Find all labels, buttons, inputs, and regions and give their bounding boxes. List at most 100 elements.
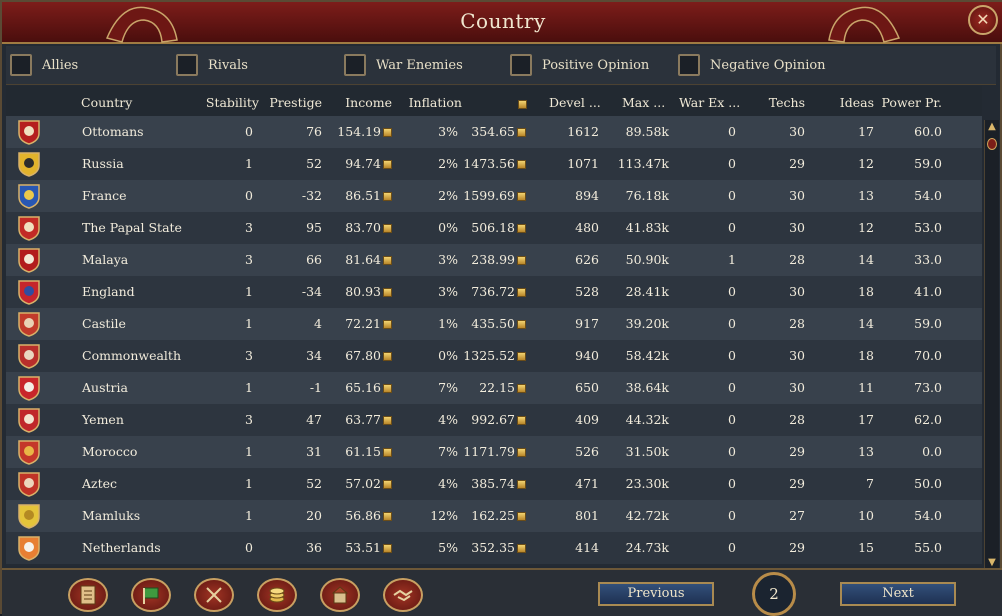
header-techs[interactable]: Techs [769, 95, 805, 110]
stability-value: 1 [245, 156, 253, 171]
mamluks-flag-icon[interactable] [17, 503, 41, 529]
malaya-flag-icon[interactable] [17, 247, 41, 273]
country-name[interactable]: Aztec [82, 476, 117, 491]
treasury-value: 1473.56 [463, 156, 526, 171]
scrollbar[interactable]: ▲ ▼ [984, 120, 999, 570]
table-row[interactable]: France 0 -32 86.51 2% 1599.69 894 76.18k… [6, 180, 982, 212]
aztec-flag-icon[interactable] [17, 471, 41, 497]
prestige-value: -34 [301, 284, 322, 299]
filter-negative-opinion[interactable]: Negative Opinion [678, 52, 826, 78]
next-button[interactable]: Next [840, 582, 956, 606]
country-name[interactable]: Austria [82, 380, 128, 395]
country-name[interactable]: Morocco [82, 444, 137, 459]
previous-button[interactable]: Previous [598, 582, 714, 606]
table-row[interactable]: Ottomans 0 76 154.19 3% 354.65 1612 89.5… [6, 116, 982, 148]
economy-button[interactable] [257, 578, 297, 612]
table-row[interactable]: The Papal State 3 95 83.70 0% 506.18 480… [6, 212, 982, 244]
buildings-button[interactable] [320, 578, 360, 612]
inflation-value: 3% [438, 124, 458, 139]
commonwealth-flag-icon[interactable] [17, 343, 41, 369]
country-name[interactable]: France [82, 188, 127, 203]
header-country[interactable]: Country [81, 95, 132, 110]
inflation-value: 1% [438, 316, 458, 331]
yemen-flag-icon[interactable] [17, 407, 41, 433]
header-inflation[interactable]: Inflation [409, 95, 462, 110]
ducat-icon [517, 448, 526, 457]
filter-rivals[interactable]: Rivals [176, 52, 248, 78]
table-row[interactable]: Yemen 3 47 63.77 4% 992.67 409 44.32k 0 … [6, 404, 982, 436]
country-name[interactable]: Russia [82, 156, 124, 171]
country-name[interactable]: Ottomans [82, 124, 144, 139]
table-row[interactable]: Netherlands 0 36 53.51 5% 352.35 414 24.… [6, 532, 982, 564]
country-name[interactable]: Yemen [82, 412, 124, 427]
country-name[interactable]: England [82, 284, 135, 299]
checkbox[interactable] [510, 54, 532, 76]
table-row[interactable]: Malaya 3 66 81.64 3% 238.99 626 50.90k 1… [6, 244, 982, 276]
filter-positive-opinion[interactable]: Positive Opinion [510, 52, 649, 78]
close-button[interactable]: ✕ [968, 5, 998, 35]
ducat-icon [383, 288, 392, 297]
war-exhaustion-value: 0 [728, 124, 736, 139]
income-value: 86.51 [345, 188, 392, 203]
country-name[interactable]: The Papal State [82, 220, 182, 235]
country-name[interactable]: Malaya [82, 252, 128, 267]
header-ideas[interactable]: Ideas [840, 95, 874, 110]
stability-value: 1 [245, 508, 253, 523]
castile-flag-icon[interactable] [17, 311, 41, 337]
table-row[interactable]: Castile 1 4 72.21 1% 435.50 917 39.20k 0… [6, 308, 982, 340]
table-row[interactable]: Russia 1 52 94.74 2% 1473.56 1071 113.47… [6, 148, 982, 180]
russia-flag-icon[interactable] [17, 151, 41, 177]
ledger-button[interactable] [68, 578, 108, 612]
stability-value: 1 [245, 284, 253, 299]
income-value: 72.21 [345, 316, 392, 331]
england-flag-icon[interactable] [17, 279, 41, 305]
austria-flag-icon[interactable] [17, 375, 41, 401]
scroll-thumb[interactable] [987, 138, 997, 150]
scroll-up-icon[interactable]: ▲ [985, 120, 999, 134]
techs-value: 27 [789, 508, 805, 523]
checkbox[interactable] [678, 54, 700, 76]
inflation-value: 5% [438, 540, 458, 555]
header-war-exhaustion[interactable]: War Ex ... [679, 95, 740, 110]
ottoman-flag-icon[interactable] [17, 119, 41, 145]
header-prestige[interactable]: Prestige [269, 95, 322, 110]
morocco-flag-icon[interactable] [17, 439, 41, 465]
checkbox[interactable] [176, 54, 198, 76]
flag-filter-button[interactable] [131, 578, 171, 612]
header-max-manpower[interactable]: Max ... [622, 95, 665, 110]
france-flag-icon[interactable] [17, 183, 41, 209]
techs-value: 29 [789, 156, 805, 171]
country-name[interactable]: Netherlands [82, 540, 161, 555]
country-name[interactable]: Mamluks [82, 508, 140, 523]
country-name[interactable]: Castile [82, 316, 126, 331]
table-row[interactable]: Morocco 1 31 61.15 7% 1171.79 526 31.50k… [6, 436, 982, 468]
filter-allies[interactable]: Allies [10, 52, 78, 78]
header-treasury[interactable] [516, 96, 527, 111]
table-row[interactable]: Austria 1 -1 65.16 7% 22.15 650 38.64k 0… [6, 372, 982, 404]
diplomacy-button[interactable] [383, 578, 423, 612]
table-row[interactable]: Mamluks 1 20 56.86 12% 162.25 801 42.72k… [6, 500, 982, 532]
netherlands-flag-icon[interactable] [17, 535, 41, 561]
filter-label: War Enemies [376, 57, 463, 73]
power-projection-value: 41.0 [914, 284, 942, 299]
military-button[interactable] [194, 578, 234, 612]
header-development[interactable]: Devel ... [549, 95, 601, 110]
table-row[interactable]: Aztec 1 52 57.02 4% 385.74 471 23.30k 0 … [6, 468, 982, 500]
papal-state-flag-icon[interactable] [17, 215, 41, 241]
table-row[interactable]: Commonwealth 3 34 67.80 0% 1325.52 940 5… [6, 340, 982, 372]
development-value: 409 [575, 412, 599, 427]
country-name[interactable]: Commonwealth [82, 348, 181, 363]
max-manpower-value: 38.64k [625, 380, 669, 395]
development-value: 626 [575, 252, 599, 267]
header-income[interactable]: Income [345, 95, 392, 110]
income-value: 56.86 [345, 508, 392, 523]
checkbox[interactable] [10, 54, 32, 76]
filter-war-enemies[interactable]: War Enemies [344, 52, 463, 78]
header-stability[interactable]: Stability [206, 95, 259, 110]
table-row[interactable]: England 1 -34 80.93 3% 736.72 528 28.41k… [6, 276, 982, 308]
prestige-value: 66 [306, 252, 322, 267]
war-exhaustion-value: 0 [728, 412, 736, 427]
header-power-projection[interactable]: Power Pr. [882, 95, 942, 110]
inflation-value: 4% [438, 476, 458, 491]
checkbox[interactable] [344, 54, 366, 76]
